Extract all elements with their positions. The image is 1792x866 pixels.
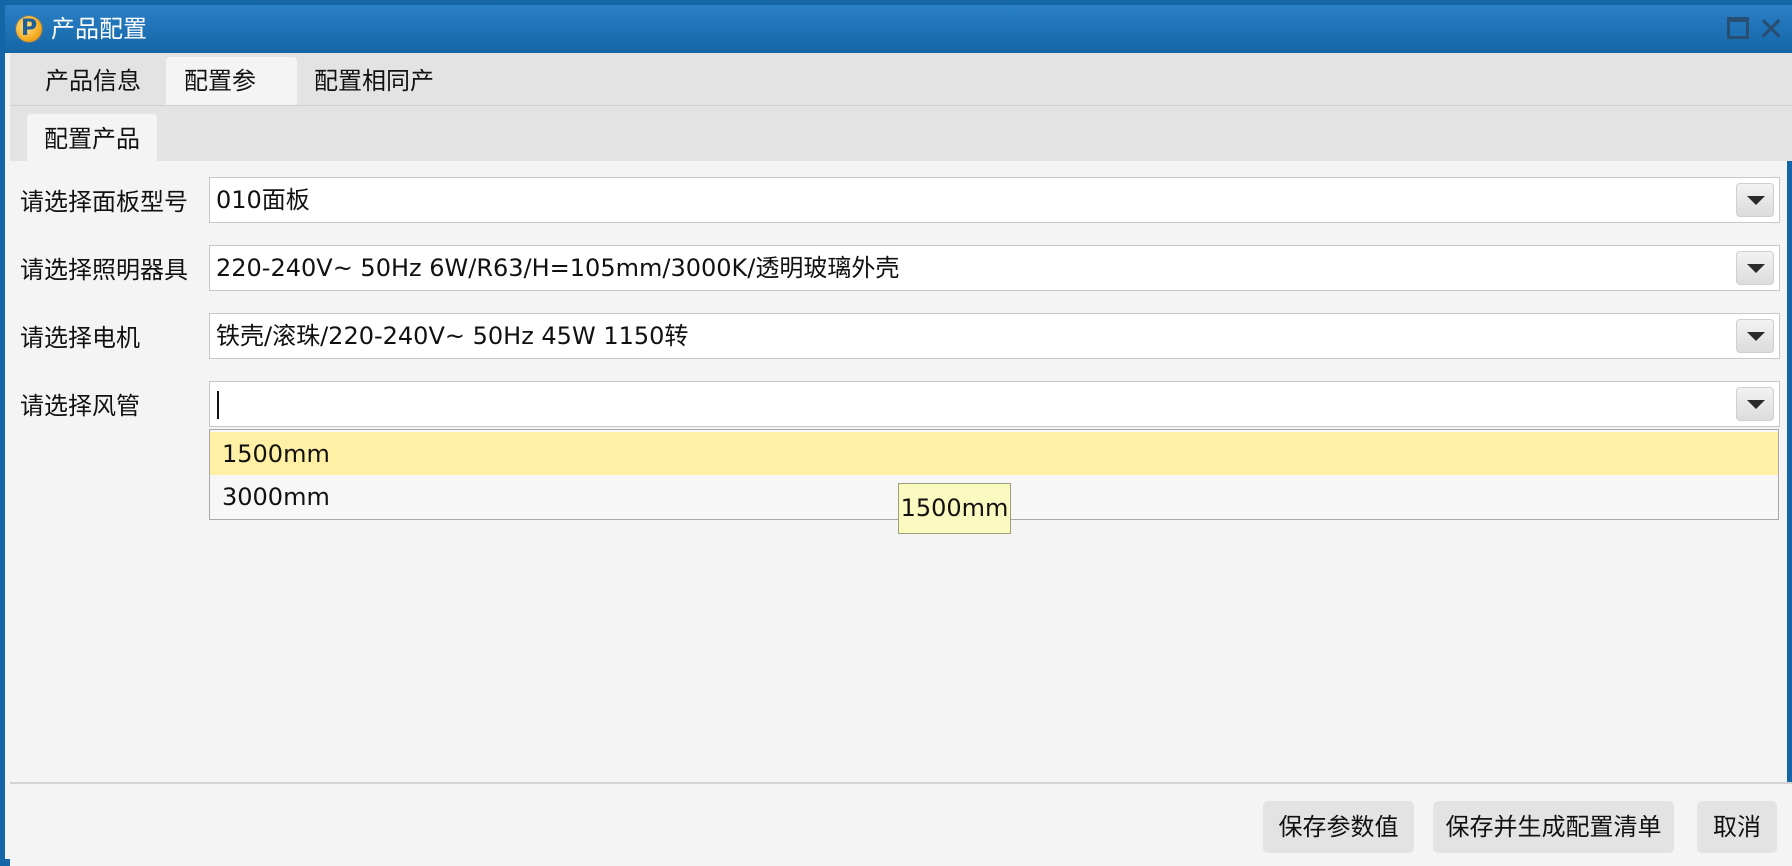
title-bar[interactable]: 产品配置 ✕	[5, 5, 1792, 53]
product-config-window: 产品配置 ✕ 产品信息 配置参数 配置相同产品 配置产品 请选择面板型号 010…	[0, 0, 1792, 866]
option-tooltip: 1500mm	[898, 483, 1011, 534]
app-logo-icon	[15, 15, 43, 43]
footer-bar: 保存参数值 保存并生成配置清单 取消	[10, 782, 1792, 866]
motor-value: 铁壳/滚珠/220-240V~ 50Hz 45W 1150转	[216, 322, 689, 350]
close-icon[interactable]: ✕	[1755, 12, 1787, 46]
subtab-config-product[interactable]: 配置产品	[27, 114, 157, 161]
sub-tabbar: 配置产品	[10, 106, 1792, 161]
duct-select[interactable]	[209, 381, 1780, 427]
panel-model-value: 010面板	[216, 186, 310, 214]
duct-label: 请选择风管	[20, 392, 140, 420]
panel-model-select[interactable]: 010面板	[209, 177, 1780, 223]
panel-model-label: 请选择面板型号	[20, 188, 188, 216]
chevron-down-icon[interactable]	[1736, 183, 1774, 217]
lighting-value: 220-240V~ 50Hz 6W/R63/H=105mm/3000K/透明玻璃…	[216, 254, 900, 282]
main-tabbar: 产品信息 配置参数 配置相同产品	[10, 53, 1792, 143]
window-title: 产品配置	[51, 15, 147, 43]
lighting-select[interactable]: 220-240V~ 50Hz 6W/R63/H=105mm/3000K/透明玻璃…	[209, 245, 1780, 291]
form-row-panel-model: 请选择面板型号 010面板	[10, 177, 1790, 227]
maximize-icon[interactable]	[1727, 17, 1749, 39]
tab-config-same-product[interactable]: 配置相同产品	[296, 57, 472, 143]
form-row-lighting: 请选择照明器具 220-240V~ 50Hz 6W/R63/H=105mm/30…	[10, 245, 1790, 295]
lighting-label: 请选择照明器具	[20, 256, 188, 284]
chevron-down-icon[interactable]	[1736, 387, 1774, 421]
chevron-down-icon[interactable]	[1736, 251, 1774, 285]
chevron-down-icon[interactable]	[1736, 319, 1774, 353]
save-params-button[interactable]: 保存参数值	[1263, 801, 1414, 853]
cancel-button[interactable]: 取消	[1697, 801, 1777, 853]
tab-product-info[interactable]: 产品信息	[27, 57, 163, 105]
motor-select[interactable]: 铁壳/滚珠/220-240V~ 50Hz 45W 1150转	[209, 313, 1780, 359]
save-generate-button[interactable]: 保存并生成配置清单	[1433, 801, 1674, 853]
form-row-motor: 请选择电机 铁壳/滚珠/220-240V~ 50Hz 45W 1150转	[10, 313, 1790, 363]
text-caret	[217, 391, 219, 419]
motor-label: 请选择电机	[20, 324, 140, 352]
dropdown-option-1500mm[interactable]: 1500mm	[210, 432, 1778, 475]
tab-config-params[interactable]: 配置参数	[166, 57, 297, 143]
form-row-duct: 请选择风管	[10, 381, 1790, 431]
